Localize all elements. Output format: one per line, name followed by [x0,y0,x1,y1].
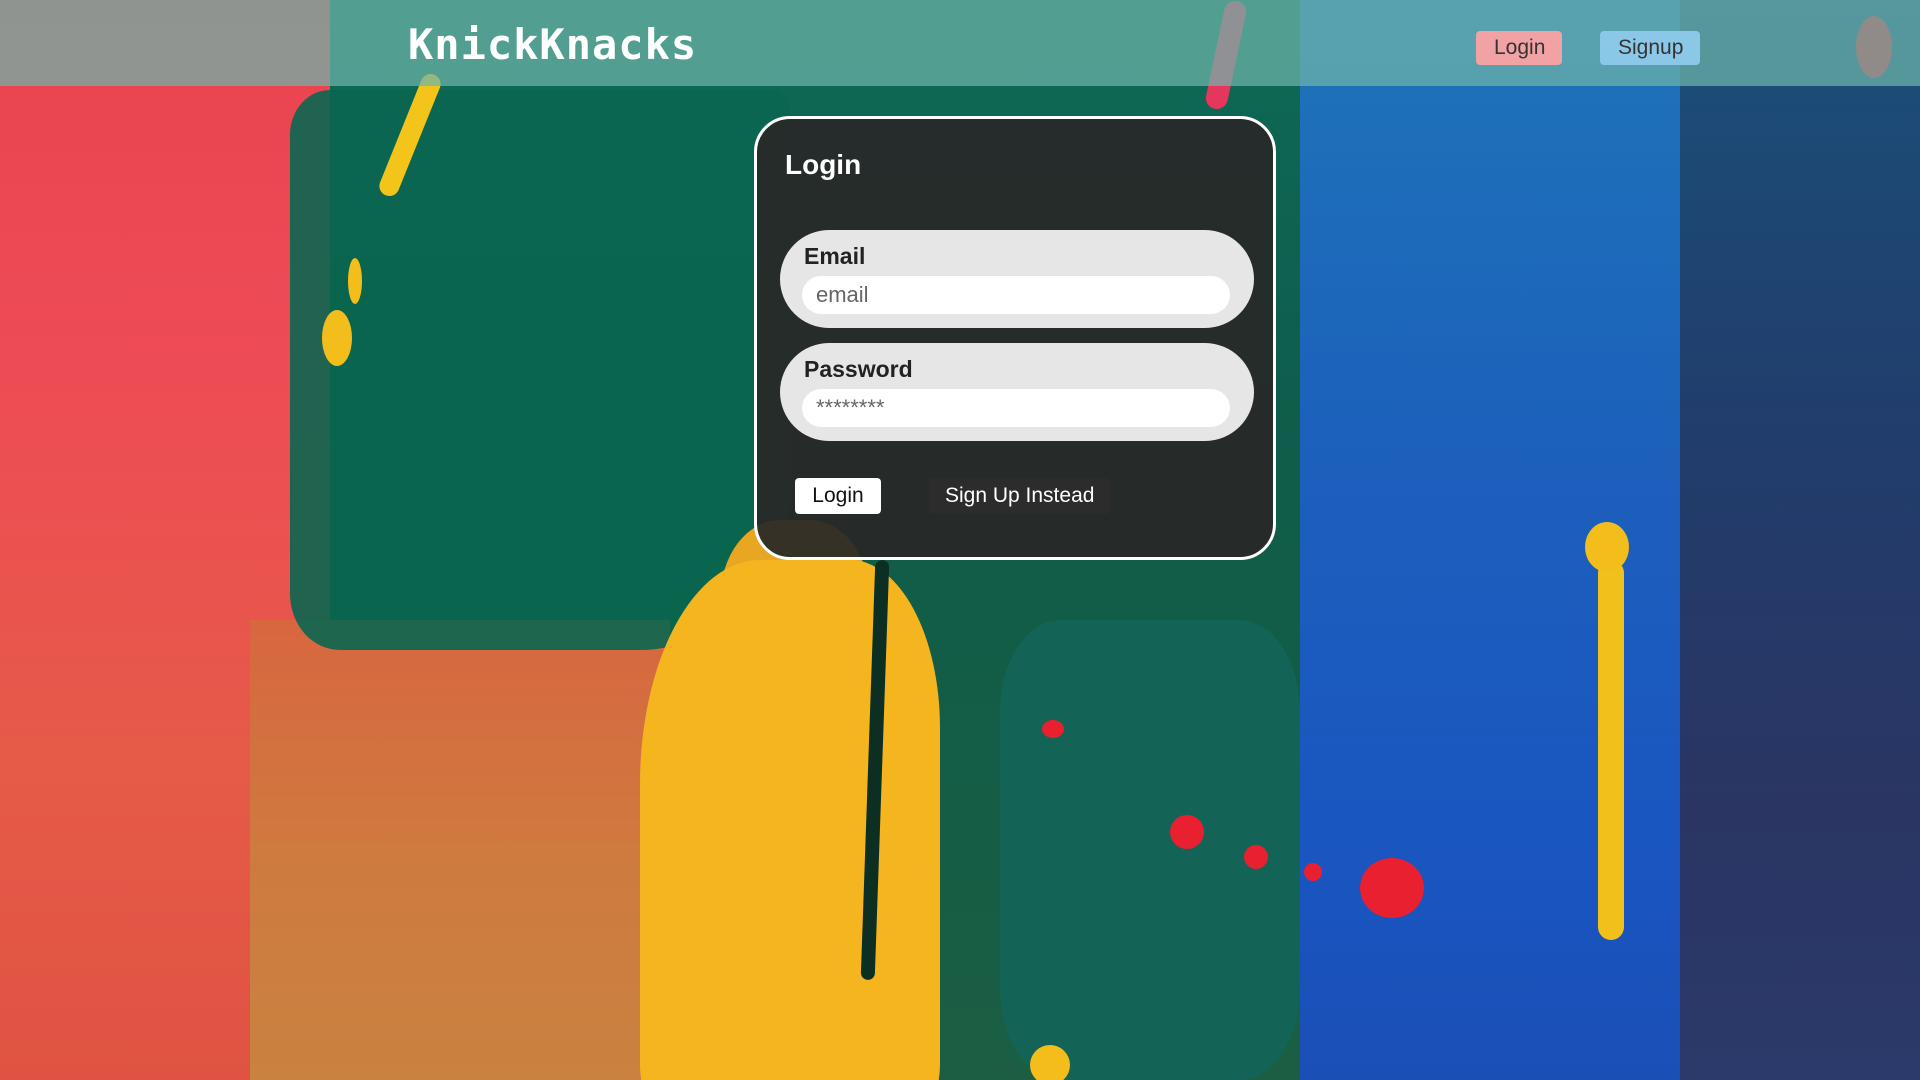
login-card-title: Login [785,149,862,180]
password-field-group: Password [780,343,1254,441]
email-input[interactable] [802,276,1230,314]
page: KnickKnacks Login Signup Login Email Pas… [0,0,1920,1080]
nav-signup-button[interactable]: Signup [1600,31,1700,65]
login-card: Login Email Password Login Sign Up Inste… [754,116,1276,560]
nav-login-button[interactable]: Login [1476,31,1562,65]
sign-up-instead-button[interactable]: Sign Up Instead [929,478,1111,514]
email-label: Email [804,243,866,269]
password-label: Password [804,356,913,382]
password-input[interactable] [802,389,1230,427]
brand-logo-text[interactable]: KnickKnacks [408,20,697,69]
top-navbar: KnickKnacks Login Signup [0,0,1920,86]
login-submit-button[interactable]: Login [795,478,881,514]
email-field-group: Email [780,230,1254,328]
